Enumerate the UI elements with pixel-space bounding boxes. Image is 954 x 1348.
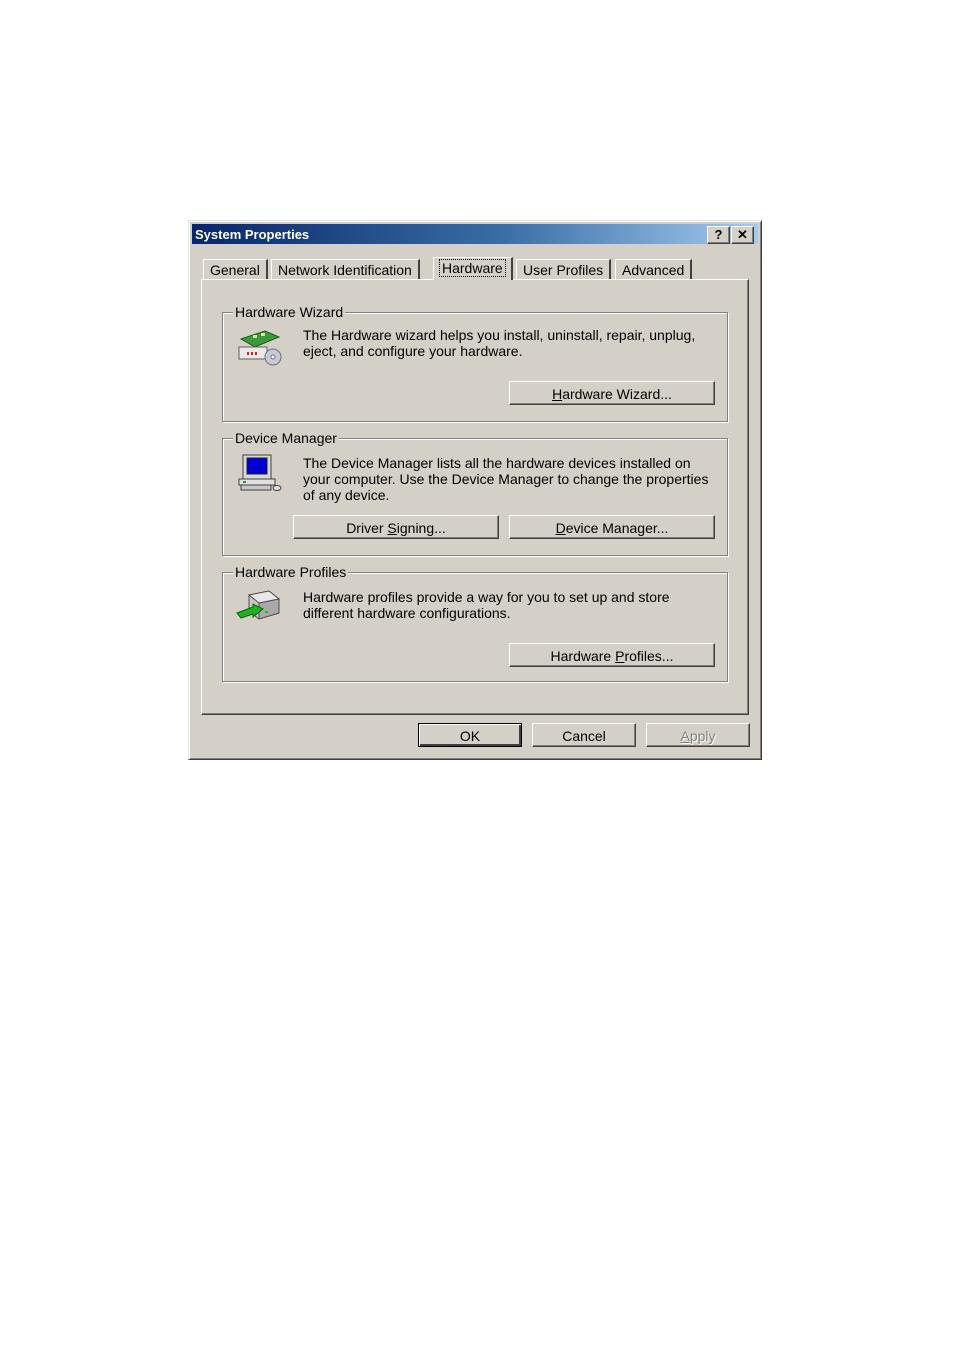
hardware-profiles-description: Hardware profiles provide a way for you … (303, 589, 670, 621)
tab-general[interactable]: General (203, 259, 268, 280)
button-text: ardware Wizard... (562, 386, 672, 402)
hardware-profiles-button[interactable]: Hardware Profiles... (509, 643, 715, 667)
tab-network-identification[interactable]: Network Identification (271, 259, 420, 280)
hardware-tab-panel: Hardware Wizard The Hardware wizard help… (201, 279, 749, 715)
tab-label: General (210, 262, 260, 278)
driver-signing-button[interactable]: Driver Signing... (293, 515, 499, 539)
tab-user-profiles[interactable]: User Profiles (516, 259, 612, 280)
group-label: Hardware Profiles (233, 564, 349, 580)
tab-label: User Profiles (523, 262, 604, 278)
close-button[interactable]: ✕ (731, 226, 754, 244)
window-title: System Properties (195, 227, 310, 242)
title-bar[interactable]: System Properties ? ✕ (192, 224, 758, 244)
tab-label: Hardware (439, 259, 506, 277)
button-text: Hardware (550, 648, 616, 664)
computer-icon (235, 453, 283, 493)
system-properties-dialog: System Properties ? ✕ General Network Id… (188, 220, 762, 760)
accelerator-key: S (387, 520, 397, 536)
hardware-profiles-icon (235, 587, 283, 627)
group-label: Hardware Wizard (233, 304, 346, 320)
tab-advanced[interactable]: Advanced (615, 259, 693, 280)
help-button[interactable]: ? (707, 226, 730, 244)
button-text: Driver (346, 520, 388, 536)
tab-hardware[interactable]: Hardware (433, 257, 513, 280)
ok-button[interactable]: OK (418, 723, 522, 747)
tab-label: Network Identification (278, 262, 412, 278)
group-label: Device Manager (233, 430, 339, 446)
apply-button[interactable]: Apply (646, 723, 750, 747)
button-text: rofiles... (624, 648, 674, 664)
hardware-wizard-icon (235, 327, 283, 367)
accelerator-key: D (555, 520, 566, 536)
hardware-profiles-group: Hardware Profiles Hardware profiles prov… (222, 564, 728, 682)
tab-label: Advanced (622, 262, 685, 278)
accelerator-key: A (680, 728, 690, 744)
button-text: igning... (396, 520, 446, 536)
button-text: pply (689, 728, 716, 744)
device-manager-group: Device Manager The Device Manager lists … (222, 430, 728, 556)
device-manager-button[interactable]: Device Manager... (509, 515, 715, 539)
hardware-wizard-group: Hardware Wizard The Hardware wizard help… (222, 304, 728, 422)
device-manager-description: The Device Manager lists all the hardwar… (303, 455, 709, 503)
button-text: evice Manager... (565, 520, 669, 536)
accelerator-key: H (552, 386, 563, 402)
hardware-wizard-button[interactable]: Hardware Wizard... (509, 381, 715, 405)
cancel-button[interactable]: Cancel (532, 723, 636, 747)
hardware-wizard-description: The Hardware wizard helps you install, u… (303, 327, 696, 359)
